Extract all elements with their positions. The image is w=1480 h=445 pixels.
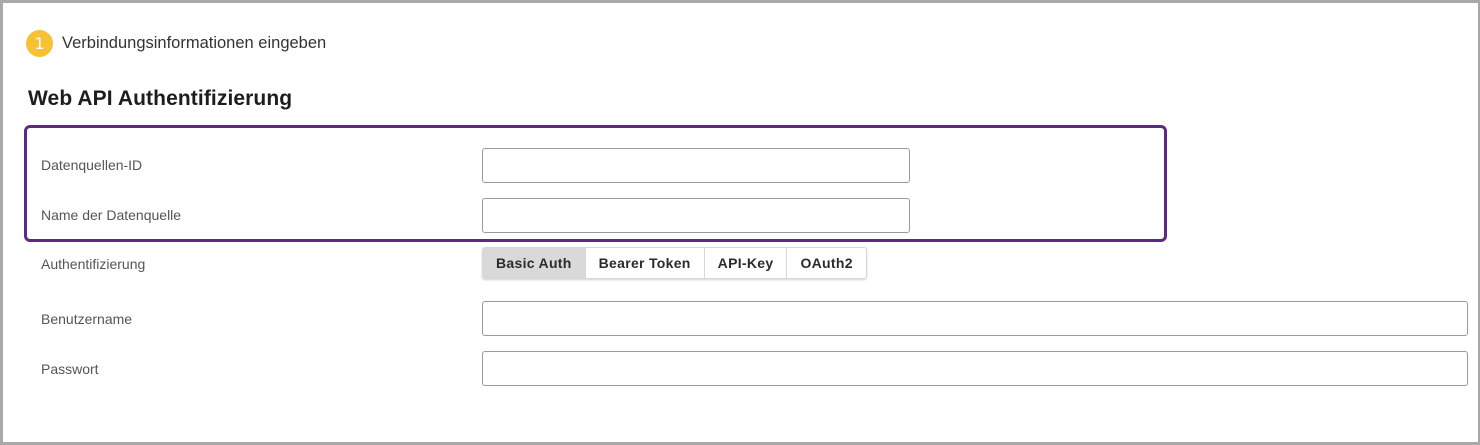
tab-basic-auth[interactable]: Basic Auth [483,248,586,278]
authentication-label: Authentifizierung [41,256,146,272]
tab-api-key[interactable]: API-Key [705,248,788,278]
step-number-badge: 1 [26,30,53,57]
datasource-name-label: Name der Datenquelle [41,207,182,223]
username-label: Benutzername [41,311,133,327]
section-title: Web API Authentifizierung [28,87,293,110]
password-label: Passwort [41,361,99,377]
datasource-id-label: Datenquellen-ID [41,157,143,173]
step-label: Verbindungsinformationen eingeben [62,34,327,52]
username-input[interactable] [482,301,1468,336]
tab-oauth2[interactable]: OAuth2 [787,248,865,278]
password-input[interactable] [482,351,1468,386]
datasource-id-input[interactable] [482,148,910,183]
auth-type-selector: Basic Auth Bearer Token API-Key OAuth2 [482,247,867,279]
tab-bearer-token[interactable]: Bearer Token [586,248,705,278]
step-indicator: 1 Verbindungsinformationen eingeben [26,30,326,57]
datasource-name-input[interactable] [482,198,910,233]
